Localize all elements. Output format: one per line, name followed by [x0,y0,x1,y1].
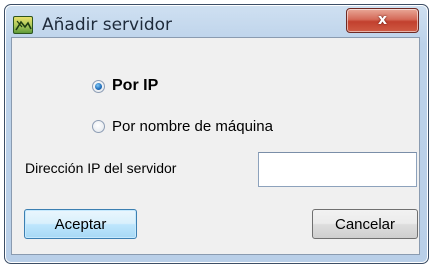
app-icon [13,16,33,34]
server-ip-label: Dirección IP del servidor [25,160,177,176]
radio-by-name[interactable] [92,120,105,133]
close-icon: x [377,12,388,28]
option-by-ip[interactable]: Por IP [92,77,158,95]
option-by-ip-label: Por IP [112,77,159,94]
radio-by-ip[interactable] [92,79,105,93]
server-ip-input[interactable] [258,152,417,187]
cancel-button[interactable]: Cancelar [312,209,418,239]
window-title: Añadir servidor [42,15,172,35]
option-by-name[interactable]: Por nombre de máquina [92,118,273,135]
accept-button[interactable]: Aceptar [24,209,137,239]
option-by-name-label: Por nombre de máquina [112,118,273,135]
close-button[interactable]: x [346,8,419,33]
